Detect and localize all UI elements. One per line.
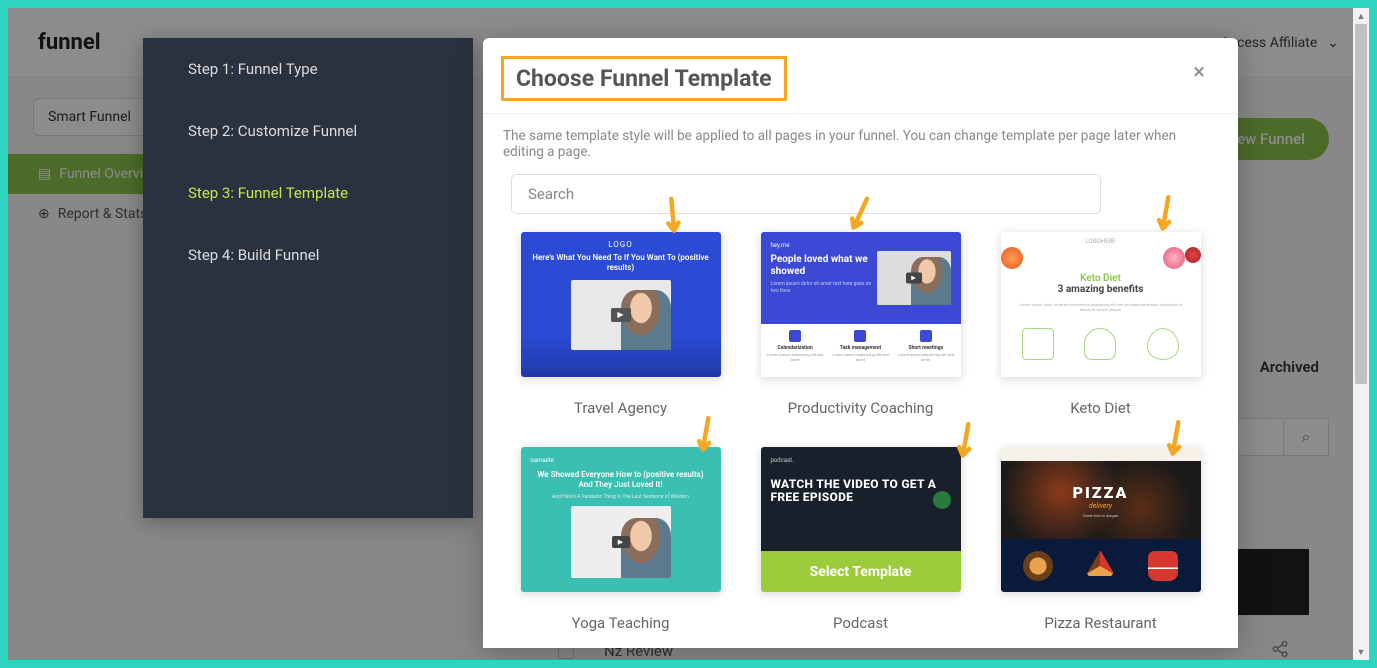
template-label: Keto Diet <box>1070 399 1131 417</box>
template-label: Pizza Restaurant <box>1044 614 1156 632</box>
donut-icon <box>1023 551 1053 581</box>
thumb-sub: delivery <box>1089 502 1112 510</box>
thumb-desc: Lorem ipsum dolor sit amet consectetur a… <box>1015 302 1187 312</box>
dish-icon <box>1084 328 1116 360</box>
template-label: Yoga Teaching <box>572 614 670 632</box>
thumb-headline: Here's What You Need To If You Want To (… <box>529 253 713 274</box>
thumb-col-title: Task management <box>830 345 891 351</box>
thumb-sub: And Here's A Fantastic Thing In The Last… <box>552 494 689 500</box>
template-productivity-coaching[interactable]: hey.me People loved what we showed Lorem… <box>761 232 961 417</box>
template-thumbnail: hey.me People loved what we showed Lorem… <box>761 232 961 377</box>
step-panel: Step 1: Funnel Type Step 2: Customize Fu… <box>143 38 473 518</box>
video-placeholder <box>877 251 951 305</box>
scroll-down-icon[interactable]: ▼ <box>1353 644 1369 660</box>
close-button[interactable]: × <box>1185 56 1213 89</box>
thumb-logo: LOGO <box>608 240 633 249</box>
step-1-funnel-type[interactable]: Step 1: Funnel Type <box>143 38 473 100</box>
select-template-button[interactable]: Select Template <box>761 551 961 592</box>
drop-icon <box>1147 328 1179 360</box>
thumb-headline: People loved what we showed <box>771 254 877 278</box>
video-placeholder <box>571 506 671 578</box>
template-thumbnail: podcast. WATCH THE VIDEO TO GET A FREE E… <box>761 447 961 592</box>
thumb-col-title: Short meetings <box>895 345 956 351</box>
template-label: Travel Agency <box>574 399 667 417</box>
template-pizza-restaurant[interactable]: PIZZA delivery Great text or slogan Pizz… <box>1001 447 1201 632</box>
modal-title: Choose Funnel Template <box>516 65 772 92</box>
modal-header: Choose Funnel Template × <box>483 38 1238 114</box>
template-travel-agency[interactable]: LOGO Here's What You Need To If You Want… <box>521 232 721 417</box>
template-thumbnail: LOGOHERE Keto Diet 3 amazing benefits Lo… <box>1001 232 1201 377</box>
modal-body: The same template style will be applied … <box>483 114 1238 648</box>
thumb-subtext: Lorem ipsum dolor sit amet text here goe… <box>771 281 877 294</box>
step-2-customize-funnel[interactable]: Step 2: Customize Funnel <box>143 100 473 162</box>
template-yoga-teaching[interactable]: namaste We Showed Everyone How to (posit… <box>521 447 721 632</box>
modal-description: The same template style will be applied … <box>503 128 1218 160</box>
scroll-up-icon[interactable]: ▲ <box>1353 8 1369 24</box>
template-grid: LOGO Here's What You Need To If You Want… <box>503 232 1218 648</box>
template-thumbnail: LOGO Here's What You Need To If You Want… <box>521 232 721 377</box>
badge-icon <box>933 491 951 509</box>
thumb-col-title: Calendarization <box>765 345 826 351</box>
scrollbar[interactable]: ▲ ▼ <box>1353 8 1369 660</box>
pizza-slice-icon <box>1085 551 1115 581</box>
scrollbar-thumb[interactable] <box>1355 24 1367 384</box>
template-keto-diet[interactable]: LOGOHERE Keto Diet 3 amazing benefits Lo… <box>1001 232 1201 417</box>
cup-icon <box>1148 551 1178 581</box>
template-podcast[interactable]: podcast. WATCH THE VIDEO TO GET A FREE E… <box>761 447 961 632</box>
thumb-headline: We Showed Everyone How to (positive resu… <box>531 470 711 491</box>
template-thumbnail: namaste We Showed Everyone How to (posit… <box>521 447 721 592</box>
heart-icon <box>1022 328 1054 360</box>
thumb-col-desc: Lorem ipsum adipiscing elit sed amet <box>765 353 826 363</box>
thumb-subtitle: 3 amazing benefits <box>1007 284 1195 295</box>
video-placeholder <box>571 280 671 350</box>
thumb-headline: WATCH THE VIDEO TO GET A FREE EPISODE <box>771 478 951 504</box>
thumb-title: Keto Diet <box>1007 273 1195 284</box>
template-thumbnail: PIZZA delivery Great text or slogan <box>1001 447 1201 592</box>
thumb-col-desc: Lorem ipsum adipiscing elit sed amet <box>895 353 956 363</box>
thumb-col-desc: Lorem ipsum adipiscing elit sed amet <box>830 353 891 363</box>
step-3-funnel-template[interactable]: Step 3: Funnel Template <box>143 162 473 224</box>
thumb-logo: podcast. <box>771 457 951 464</box>
template-label: Podcast <box>833 614 888 632</box>
thumb-logo: namaste <box>531 457 554 464</box>
template-label: Productivity Coaching <box>788 399 934 417</box>
step-4-build-funnel[interactable]: Step 4: Build Funnel <box>143 224 473 286</box>
thumb-desc: Great text or slogan <box>1083 513 1118 518</box>
thumb-logo: hey.me <box>771 242 877 249</box>
template-search-input[interactable] <box>511 174 1101 214</box>
thumb-title: PIZZA <box>1073 483 1129 502</box>
choose-template-modal: Choose Funnel Template × The same templa… <box>483 38 1238 648</box>
modal-title-highlight: Choose Funnel Template <box>501 56 787 101</box>
thumb-logo: LOGOHERE <box>1007 238 1195 245</box>
